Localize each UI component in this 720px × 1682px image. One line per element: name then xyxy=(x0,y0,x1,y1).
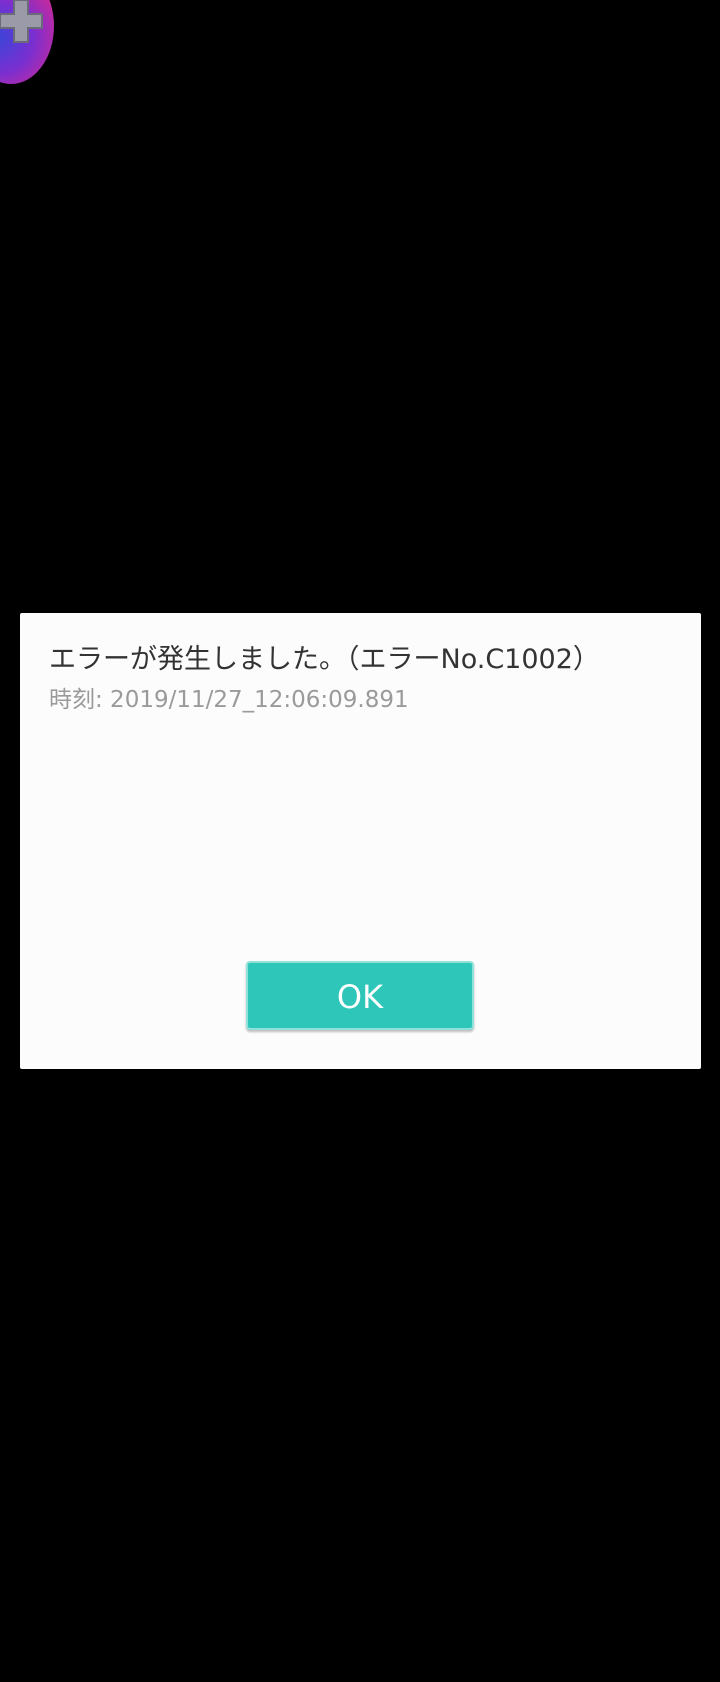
floating-gamepad-button[interactable] xyxy=(0,0,54,84)
error-dialog: エラーが発生しました。（エラーNo.C1002） 時刻: 2019/11/27_… xyxy=(20,613,701,1069)
dpad-icon xyxy=(0,0,43,43)
screen: { "overlay_button": { "icon": "dpad-icon… xyxy=(0,0,720,1682)
error-timestamp: 時刻: 2019/11/27_12:06:09.891 xyxy=(49,687,409,713)
ok-button[interactable]: OK xyxy=(246,961,474,1030)
error-message: エラーが発生しました。（エラーNo.C1002） xyxy=(49,644,600,675)
